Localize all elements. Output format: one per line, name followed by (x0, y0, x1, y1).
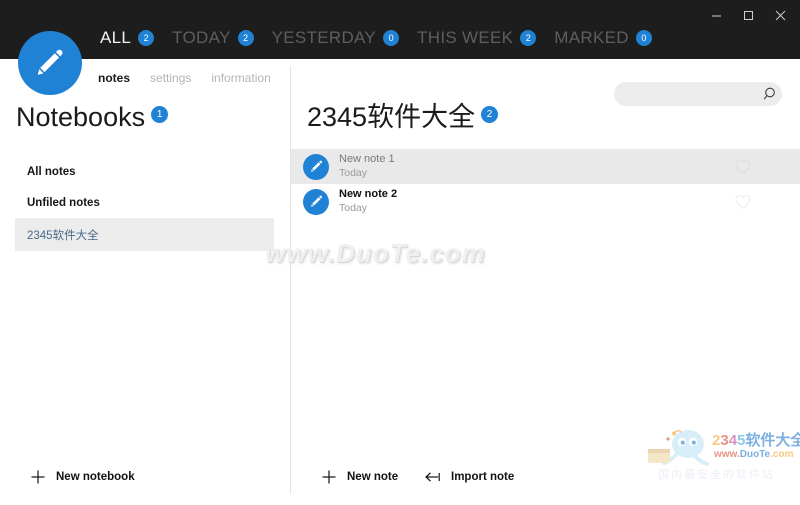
note-list-item[interactable]: New note 1 Today (291, 149, 800, 184)
new-notebook-label: New notebook (56, 471, 135, 483)
pencil-icon (33, 46, 67, 80)
notes-panel: 2345软件大全 2 New note 1 Today New note 2 T… (291, 59, 800, 505)
import-note-label: Import note (451, 471, 515, 483)
tab-all[interactable]: ALL 2 (100, 28, 155, 48)
maximize-button[interactable] (732, 0, 764, 30)
sidebar-item-label: All notes (27, 165, 76, 178)
new-notebook-button[interactable]: New notebook (28, 467, 135, 487)
titlebar: ALL 2 TODAY 2 YESTERDAY 0 THIS WEEK 2 MA… (0, 0, 800, 59)
note-list-item[interactable]: New note 2 Today (291, 184, 800, 219)
tab-yesterday-label: YESTERDAY (271, 28, 377, 47)
tab-today-label: TODAY (172, 28, 231, 47)
new-note-button[interactable]: New note (319, 467, 398, 487)
sidebar-item-notebook-selected[interactable]: 2345软件大全 (15, 218, 274, 251)
pencil-icon (303, 153, 329, 180)
tab-this-week[interactable]: THIS WEEK 2 (417, 28, 537, 48)
notebook-title: 2345软件大全 (307, 102, 476, 132)
note-title: New note 1 (339, 153, 395, 166)
import-arrow-icon (423, 467, 443, 487)
plus-icon (28, 467, 48, 487)
sidebar-item-unfiled-notes[interactable]: Unfiled notes (0, 187, 290, 218)
tab-this-week-label: THIS WEEK (417, 28, 514, 47)
page-title: Notebooks (16, 102, 146, 132)
tab-today[interactable]: TODAY 2 (172, 28, 254, 48)
notes-count-badge: 2 (481, 106, 499, 123)
tab-marked[interactable]: MARKED 0 (554, 28, 652, 48)
tab-all-label: ALL (100, 28, 132, 47)
notebooks-panel: Notebooks 1 All notes Unfiled notes 2345… (0, 59, 290, 505)
note-text: New note 1 Today (339, 153, 395, 180)
plus-icon (319, 467, 339, 487)
app-window: ALL 2 TODAY 2 YESTERDAY 0 THIS WEEK 2 MA… (0, 0, 800, 505)
note-date: Today (339, 166, 368, 179)
notes-title-row: 2345软件大全 2 (307, 102, 499, 132)
sidebar-item-all-notes[interactable]: All notes (0, 156, 290, 187)
tab-yesterday[interactable]: YESTERDAY 0 (271, 28, 400, 48)
minimize-button[interactable] (700, 0, 732, 30)
import-note-button[interactable]: Import note (423, 467, 514, 487)
filter-tabs: ALL 2 TODAY 2 YESTERDAY 0 THIS WEEK 2 MA… (100, 28, 670, 48)
heart-icon[interactable] (734, 158, 752, 176)
tab-today-badge: 2 (237, 30, 254, 46)
heart-icon[interactable] (734, 193, 752, 211)
tab-yesterday-badge: 0 (383, 30, 400, 46)
notebooks-title-row: Notebooks 1 (16, 102, 169, 132)
window-controls (700, 0, 796, 30)
app-logo-button[interactable] (18, 31, 82, 95)
tab-marked-badge: 0 (635, 30, 652, 46)
sidebar-item-label: 2345软件大全 (27, 229, 99, 242)
pencil-icon (303, 188, 329, 215)
tab-this-week-badge: 2 (520, 30, 537, 46)
sidebar-item-label: Unfiled notes (27, 196, 100, 209)
note-title: New note 2 (339, 188, 398, 201)
note-text: New note 2 Today (339, 188, 397, 215)
notebooks-list: All notes Unfiled notes 2345软件大全 (0, 156, 290, 251)
tab-all-badge: 2 (138, 30, 155, 46)
close-icon (775, 10, 786, 21)
new-note-label: New note (347, 471, 399, 483)
close-button[interactable] (764, 0, 796, 30)
tab-marked-label: MARKED (554, 28, 629, 47)
notes-list: New note 1 Today New note 2 Today (291, 149, 800, 219)
notebooks-count-badge: 1 (151, 106, 169, 123)
minimize-icon (711, 10, 722, 21)
maximize-icon (743, 10, 754, 21)
note-date: Today (339, 201, 368, 214)
